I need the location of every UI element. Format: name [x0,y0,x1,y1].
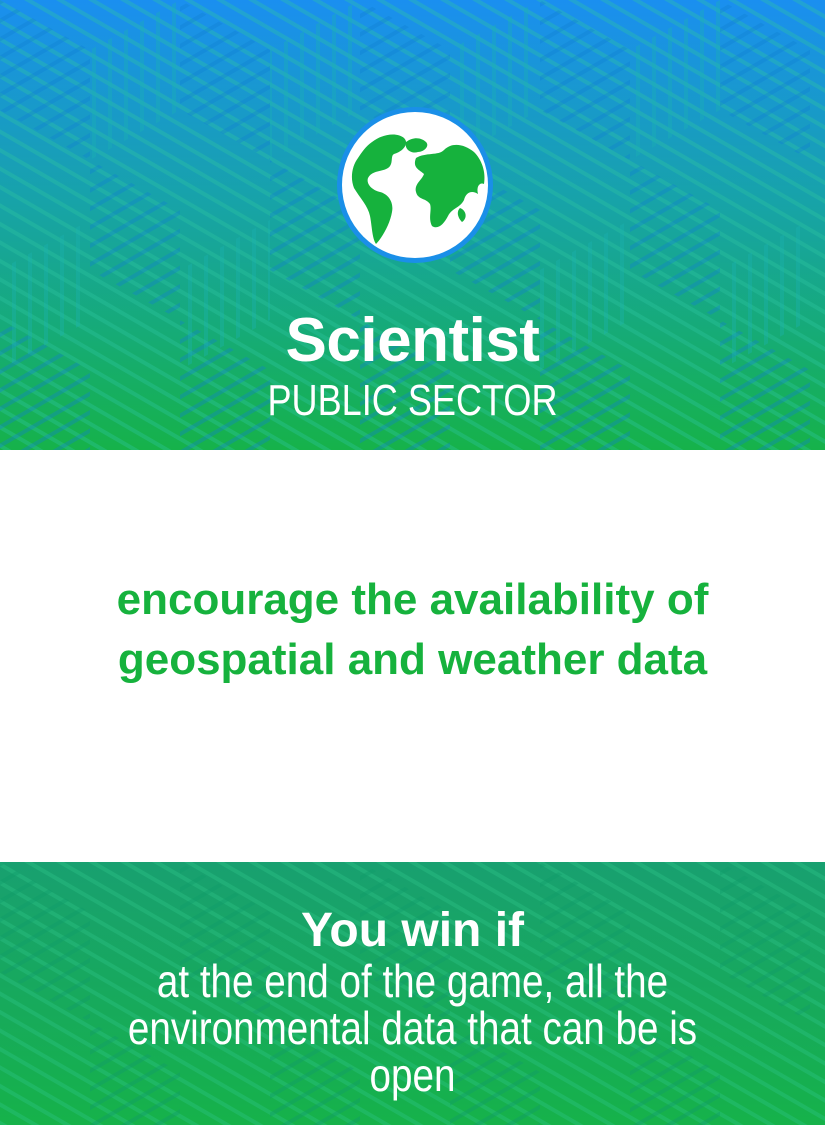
globe-emblem [337,107,493,263]
role-title: Scientist [285,306,540,375]
goal-text: encourage the availability of geospatial… [116,575,709,684]
win-title: You win if [300,904,525,957]
win-condition-text: at the end of the game, all the environm… [127,955,698,1101]
globe-icon [351,134,485,244]
role-card: Scientist PUBLIC SECTOR encourage the av… [0,0,825,1125]
sector-label: PUBLIC SECTOR [267,376,558,425]
